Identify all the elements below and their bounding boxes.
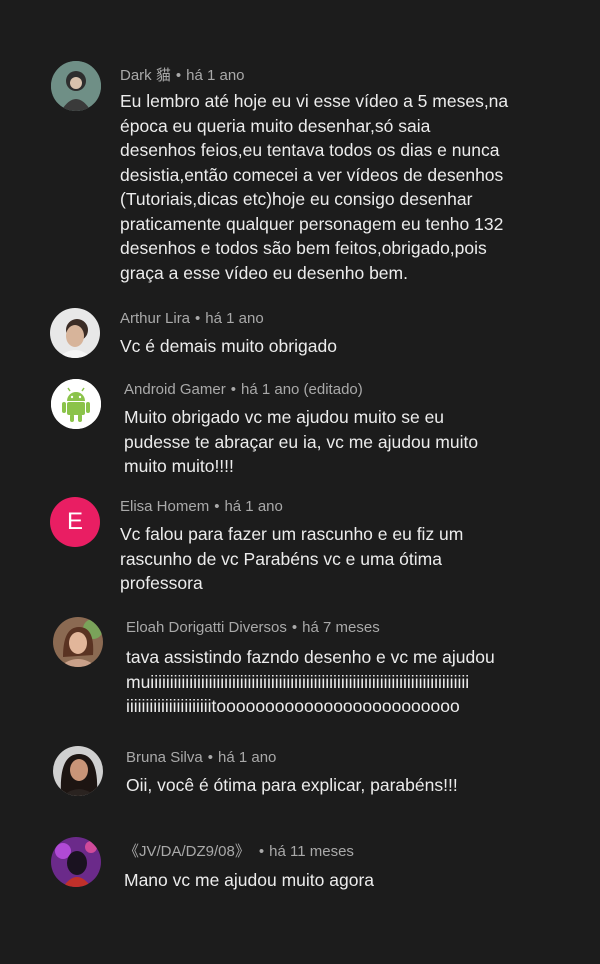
avatar[interactable]: [50, 308, 100, 358]
author-name[interactable]: Eloah Dorigatti Diversos: [126, 619, 287, 636]
author-name[interactable]: 《JV/DA/DZ9/08》: [124, 843, 250, 860]
author-name[interactable]: Elisa Homem: [120, 498, 209, 515]
comment-text: Muito obrigado vc me ajudou muito se eu …: [124, 407, 479, 476]
user-avatar-icon: [53, 746, 103, 796]
avatar[interactable]: [51, 61, 101, 111]
comment-meta: Elisa Homem • há 1 ano: [120, 498, 283, 515]
comment-time[interactable]: há 1 ano: [205, 310, 263, 327]
user-avatar-icon: [50, 308, 100, 358]
comment-time[interactable]: há 1 ano (editado): [241, 381, 363, 398]
comment-text: Vc falou para fazer um rascunho e eu fiz…: [120, 524, 464, 593]
author-name[interactable]: Bruna Silva: [126, 749, 203, 766]
comment-text: Eu lembro até hoje eu vi esse vídeo a 5 …: [120, 91, 509, 283]
comment-time[interactable]: há 1 ano: [186, 67, 244, 84]
comment-text: tava assistindo fazndo desenho e vc me a…: [126, 647, 495, 716]
comment-meta: Dark 貓 • há 1 ano: [120, 67, 245, 84]
comment-meta: Arthur Lira • há 1 ano: [120, 310, 264, 327]
comment-text: Oii, você é ótima para explicar, parabén…: [126, 775, 458, 795]
comment-text: Vc é demais muito obrigado: [120, 336, 337, 356]
avatar[interactable]: E: [50, 497, 100, 547]
comment-meta: Android Gamer • há 1 ano (editado): [124, 381, 363, 398]
comment-time[interactable]: há 11 meses: [269, 843, 354, 860]
user-avatar-icon: [53, 617, 103, 667]
comment-time[interactable]: há 1 ano: [218, 749, 276, 766]
avatar[interactable]: [53, 746, 103, 796]
author-name[interactable]: Dark 貓: [120, 67, 171, 84]
android-robot-icon: [51, 379, 101, 429]
comment-meta: Bruna Silva • há 1 ano: [126, 749, 277, 766]
user-avatar-icon: [51, 837, 101, 887]
avatar[interactable]: [53, 617, 103, 667]
comment-meta: 《JV/DA/DZ9/08》 • há 11 meses: [124, 843, 354, 860]
comment-time[interactable]: há 1 ano: [224, 498, 282, 515]
user-avatar-icon: [51, 61, 101, 111]
avatar[interactable]: [51, 379, 101, 429]
comment-time[interactable]: há 7 meses: [302, 619, 380, 636]
avatar-letter: E: [66, 508, 83, 535]
avatar[interactable]: [51, 837, 101, 887]
comment-text: Mano vc me ajudou muito agora: [124, 870, 374, 890]
author-name[interactable]: Android Gamer: [124, 381, 226, 398]
comment-meta: Eloah Dorigatti Diversos • há 7 meses: [126, 619, 380, 636]
author-name[interactable]: Arthur Lira: [120, 310, 190, 327]
